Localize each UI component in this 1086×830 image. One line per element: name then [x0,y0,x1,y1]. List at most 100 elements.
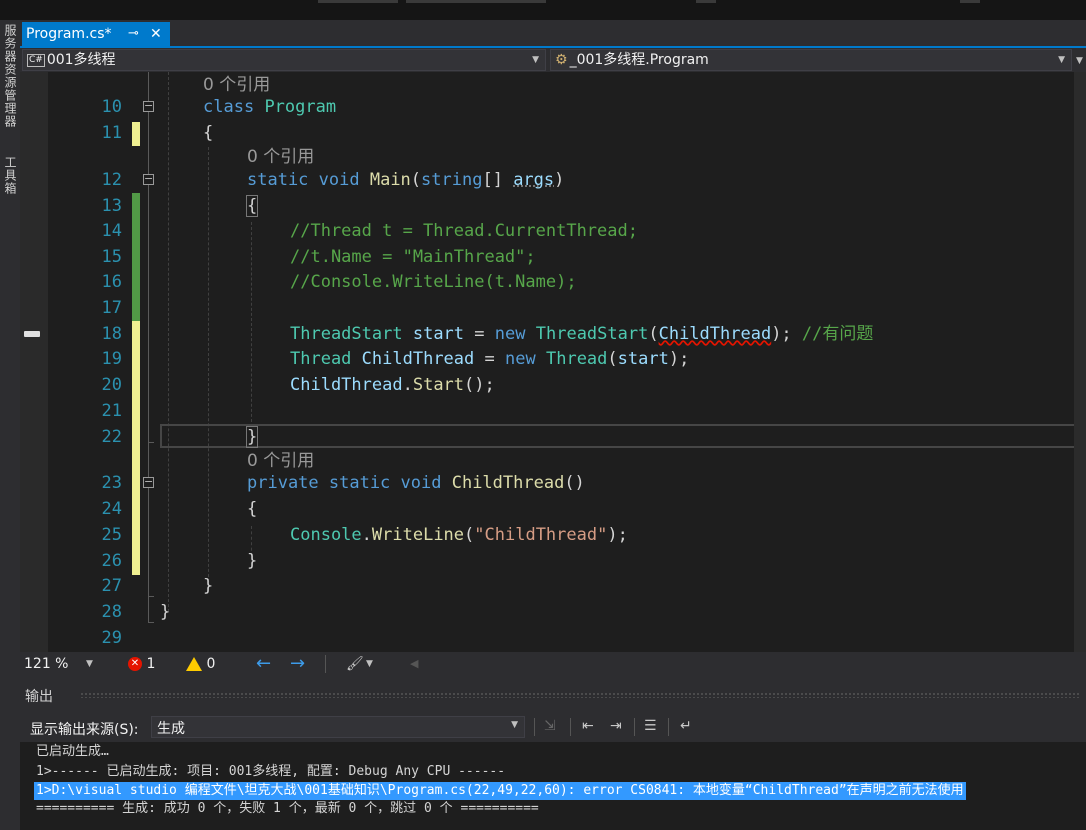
error-icon: ✕ [128,657,142,671]
output-title: 输出 [25,689,53,705]
outline-line [148,112,149,174]
codelens-references[interactable]: 0 个引用 [203,75,270,95]
code-line-24[interactable]: { [247,498,257,520]
code-line-28[interactable]: } [160,601,170,623]
warning-icon [186,657,202,671]
error-count: 1 [146,656,156,672]
code-line-20[interactable]: ChildThread.Start(); [290,374,495,396]
output-source-dropdown[interactable]: 生成 ▼ [151,716,525,738]
word-wrap-icon[interactable]: ↵ [680,718,692,734]
line-number: 16 [101,272,122,292]
code-line-26[interactable]: } [247,550,257,572]
warning-count-button[interactable]: 0 [186,652,215,676]
toolbar-chip [960,0,980,3]
tool-window-rail: 服务器资源管理器 工具箱 [0,20,20,830]
code-line-14[interactable]: //Thread t = Thread.CurrentThread; [290,220,638,242]
toolbar-chip [406,0,546,3]
csharp-project-icon: C# [27,54,45,67]
change-marker-unsaved [132,122,140,146]
zoom-level: 121 % [24,656,69,672]
collapse-icon[interactable]: − [143,100,154,112]
server-explorer-tab[interactable]: 服务器资源管理器 [0,24,20,128]
codelens-references[interactable]: 0 个引用 [247,451,314,471]
output-toolbar: 显示输出来源(S): 生成 ▼ ⇲ ⇤ ⇥ ☰ ↵ [20,712,1086,742]
warning-count: 0 [206,656,216,672]
find-message-icon[interactable]: ⇲ [544,718,556,734]
codelens-references[interactable]: 0 个引用 [247,147,314,167]
code-editor[interactable]: 10 11 12 13 14 15 16 17 18 19 20 21 22 2… [20,72,1086,652]
code-line-13[interactable]: { [245,195,259,217]
line-number: 28 [101,602,122,622]
line-number: 23 [101,473,122,493]
navigate-back-icon[interactable]: ← [256,652,271,676]
scroll-left-icon[interactable]: ◀ [410,652,418,676]
collapse-icon[interactable]: − [143,476,154,488]
output-panel-header: 输出 [20,676,1086,712]
code-line-11[interactable]: { [203,122,213,144]
code-line-15[interactable]: //t.Name = "MainThread"; [290,246,536,268]
output-line-selected[interactable]: 1>D:\visual studio 编程文件\坦克大战\001基础知识\Pro… [34,782,966,800]
outline-end [148,596,154,597]
outline-end [148,442,154,443]
next-message-icon[interactable]: ⇥ [610,718,622,734]
line-number: 14 [101,221,122,241]
code-line-22[interactable]: } [245,426,259,448]
split-button[interactable]: ▼ [1076,49,1086,71]
code-line-18[interactable]: ThreadStart start = new ThreadStart(Chil… [290,323,873,345]
indent-guide [168,72,169,612]
tab-program-cs[interactable]: Program.cs* ⊸ ✕ [22,22,170,46]
separator [634,718,635,736]
line-number: 25 [101,525,122,545]
indent-guide [208,147,209,587]
indent-guide [251,222,252,427]
collapse-icon[interactable]: − [143,173,154,185]
clear-all-icon[interactable]: ☰ [644,718,657,734]
pin-icon[interactable]: ⊸ [128,22,139,46]
change-marker-unsaved [132,321,140,575]
code-line-27[interactable]: } [203,575,213,597]
editor-status-bar: 121 % ▼ ✕ 1 0 ← → 🖌 ▼ ◀ [20,652,1086,676]
output-text[interactable]: 已启动生成… 1>------ 已启动生成: 项目: 001多线程, 配置: D… [20,742,1086,830]
code-line-25[interactable]: Console.WriteLine("ChildThread"); [290,524,628,546]
panel-grip[interactable] [80,692,1080,698]
code-line-10[interactable]: class Program [203,96,336,118]
separator [570,718,571,736]
chevron-down-icon: ▼ [511,720,518,730]
line-number: 26 [101,551,122,571]
toolbar-chip [318,0,398,3]
document-tab-strip: Program.cs* ⊸ ✕ [20,20,1086,46]
toolbar-chip [696,0,716,3]
indicator-margin [20,72,48,652]
type-dropdown[interactable]: ⚙ _001多线程.Program ▼ [550,49,1072,71]
separator [325,655,326,673]
close-icon[interactable]: ✕ [150,22,162,46]
error-count-button[interactable]: ✕ 1 [128,652,155,676]
chevron-down-icon[interactable]: ▼ [366,652,373,676]
current-line-highlight [160,424,1086,448]
navigate-forward-icon[interactable]: → [290,652,305,676]
type-name: _001多线程.Program [569,52,709,68]
line-number: 10 [101,97,122,117]
line-number: 17 [101,298,122,318]
brush-icon[interactable]: 🖌 [346,652,364,676]
code-line-23[interactable]: private static void ChildThread() [247,472,585,494]
outline-line [148,185,149,477]
toolbox-tab[interactable]: 工具箱 [0,156,20,195]
class-icon: ⚙ [555,52,568,68]
output-line: ========== 生成: 成功 0 个，失败 1 个，最新 0 个，跳过 0… [36,801,539,816]
outline-line [148,488,149,622]
code-line-12[interactable]: static void Main(string[] args) [247,169,564,191]
code-line-16[interactable]: //Console.WriteLine(t.Name); [290,271,577,293]
separator [668,718,669,736]
line-number: 19 [101,349,122,369]
line-number: 18 [101,324,122,344]
previous-message-icon[interactable]: ⇤ [582,718,594,734]
project-dropdown[interactable]: C# 001多线程 ▼ [22,49,546,71]
zoom-dropdown[interactable]: 121 % ▼ [24,654,96,674]
vertical-scrollbar[interactable] [1074,72,1086,652]
navigation-bar: C# 001多线程 ▼ ⚙ _001多线程.Program ▼ ▼ [20,48,1086,72]
code-line-19[interactable]: Thread ChildThread = new Thread(start); [290,348,689,370]
chevron-down-icon: ▼ [86,659,93,669]
title-strip [0,0,1086,20]
output-source-label: 显示输出来源(S): [30,722,139,738]
